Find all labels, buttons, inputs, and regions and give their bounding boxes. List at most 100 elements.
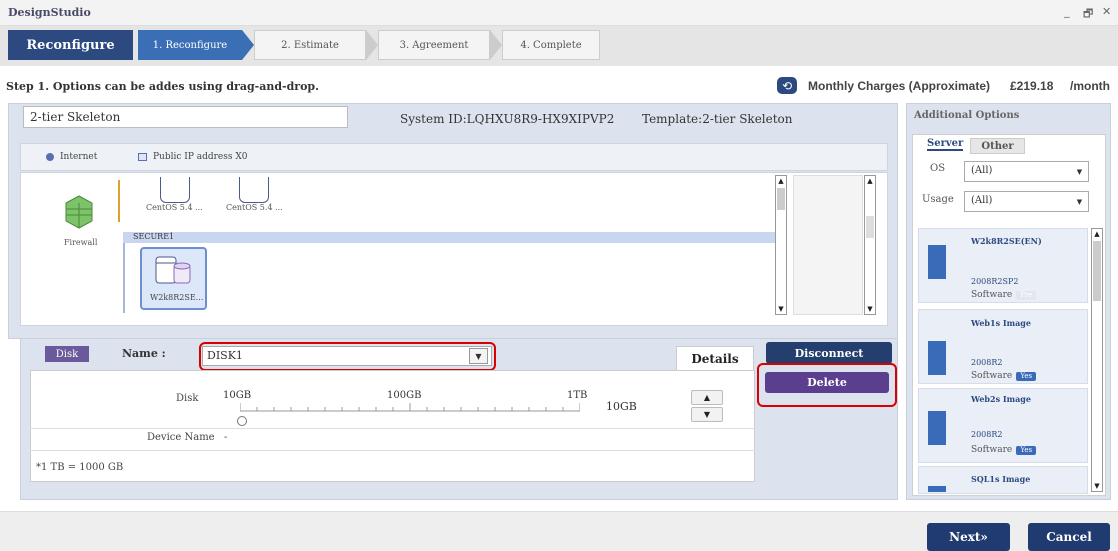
internet-label: Internet [60,152,98,162]
option-type: Software Yes [971,445,1037,455]
diagram-scrollbar[interactable]: ▲ ▼ [775,175,787,315]
option-type-label: Software [971,445,1013,455]
divider [30,450,755,451]
public-ip-node[interactable]: Public IP address X0 [138,152,248,162]
selected-server-label: W2k8R2SE... [150,293,204,302]
disconnect-button[interactable]: Disconnect [766,342,892,364]
tab-other[interactable]: Other [970,138,1025,154]
additional-options-title: Additional Options [914,110,1020,121]
disk-size-value: 10GB [606,400,637,413]
chevron-down-icon[interactable]: ▼ [1072,163,1087,180]
increase-button[interactable]: ▲ [691,390,723,405]
server-label: CentOS 5.4 ... [146,203,203,212]
scroll-down-icon[interactable]: ▼ [1092,481,1102,491]
segment-bar[interactable]: SECURE1 [123,232,783,243]
disk-badge: Disk [45,346,89,362]
option-title: W2k8R2SE(EN) [971,236,1042,246]
decrease-button[interactable]: ▼ [691,407,723,422]
usage-label: Usage [922,194,954,205]
close-icon[interactable]: ✕ [1102,5,1111,18]
next-button[interactable]: Next» [927,523,1010,551]
image-icon [928,341,946,375]
scroll-down-icon[interactable]: ▼ [865,304,875,314]
cancel-button[interactable]: Cancel [1028,523,1110,551]
system-name-field[interactable]: 2-tier Skeleton [23,106,348,128]
wizard-step-reconfigure[interactable]: 1. Reconfigure [138,30,242,60]
option-version: 2008R2SP2 [971,277,1019,286]
disk-details-table [30,370,755,482]
tab-server[interactable]: Server [927,138,964,151]
image-icon [928,245,946,279]
firewall-label: Firewall [64,238,98,247]
system-id: System ID:LQHXU8R9-HX9XIPVP2 [400,112,615,126]
segment-line [123,243,125,313]
internet-icon [46,153,54,161]
wizard-step-estimate[interactable]: 2. Estimate [254,30,366,60]
disk-size-slider[interactable] [240,403,580,412]
disk-size-label: Disk [176,393,199,404]
option-version: 2008R2 [971,358,1003,367]
wizard-chevron [490,30,502,60]
option-title: Web1s Image [971,318,1031,328]
server-disk-icon [155,256,191,284]
server-icon[interactable] [160,177,190,203]
side-panel [793,175,863,315]
title-bar [0,0,1118,26]
wizard-chevron [242,30,254,60]
selected-server[interactable]: W2k8R2SE... [140,247,207,310]
wizard-chevron [366,30,378,60]
os-select[interactable]: (All) [964,161,1089,182]
wizard-title: Reconfigure [8,30,133,60]
scale-max-label: 1TB [567,390,588,401]
charges-period: /month [1070,79,1110,93]
option-type: Software Pre [971,290,1037,300]
option-type: Software Yes [971,371,1037,381]
scroll-up-icon[interactable]: ▲ [865,176,875,186]
option-type-label: Software [971,371,1013,381]
scroll-down-icon[interactable]: ▼ [776,304,786,314]
options-scrollbar[interactable]: ▲ ▼ [1091,228,1103,492]
connector-line [118,180,120,222]
delete-button[interactable]: Delete [765,372,889,393]
image-icon [928,486,946,492]
scroll-up-icon[interactable]: ▲ [776,176,786,186]
scroll-thumb[interactable] [777,188,785,210]
disk-name-label: Name : [122,347,166,360]
refresh-icon[interactable]: ⟲ [777,77,797,94]
usage-select[interactable]: (All) [964,191,1089,212]
option-badge: Yes [1016,445,1037,455]
chevron-down-icon[interactable]: ▼ [469,348,488,364]
footnote: *1 TB = 1000 GB [36,462,124,473]
ip-icon [138,153,147,161]
slider-thumb[interactable] [237,416,247,426]
image-icon [928,411,946,445]
tab-details[interactable]: Details [676,346,754,370]
option-title: Web2s Image [971,394,1031,404]
disk-name-select[interactable]: DISK1 [202,346,492,366]
step-instruction: Step 1. Options can be addes using drag-… [6,80,319,93]
scroll-thumb[interactable] [866,216,874,238]
wizard-step-agreement[interactable]: 3. Agreement [378,30,490,60]
scale-min-label: 10GB [223,390,252,401]
option-badge: Yes [1016,371,1037,381]
public-ip-label: Public IP address X0 [153,152,248,162]
internet-node[interactable]: Internet [46,152,97,162]
panel-scrollbar[interactable]: ▲ ▼ [864,175,876,315]
scale-mid-label: 100GB [387,390,422,401]
restore-icon[interactable]: 🗗 [1083,5,1093,24]
os-label: OS [930,163,946,174]
firewall-icon[interactable] [63,193,95,229]
charges-amount: £219.18 [1010,79,1054,93]
server-label: CentOS 5.4 ... [226,203,283,212]
charges-label: Monthly Charges (Approximate) [808,79,991,93]
option-badge: Pre [1016,290,1037,300]
scroll-up-icon[interactable]: ▲ [1092,229,1102,239]
wizard-step-complete[interactable]: 4. Complete [502,30,600,60]
minimize-icon[interactable]: _ [1064,5,1070,18]
device-name-value: - [224,432,228,443]
system-template: Template:2-tier Skeleton [642,112,793,126]
server-icon[interactable] [239,177,269,203]
scroll-thumb[interactable] [1093,241,1101,301]
chevron-down-icon[interactable]: ▼ [1072,193,1087,210]
option-title: SQL1s Image [971,474,1031,484]
